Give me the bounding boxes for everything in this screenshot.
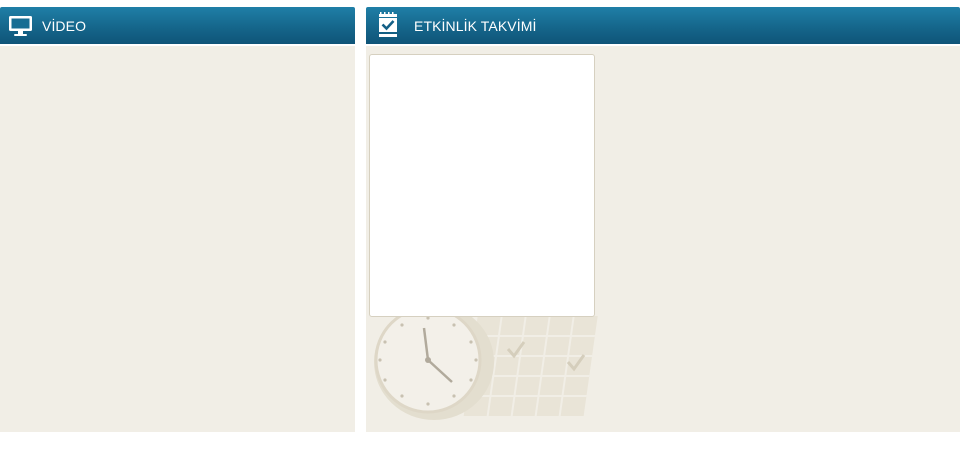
events-panel-body bbox=[366, 46, 960, 432]
events-calendar-panel: ETKİNLİK TAKVİMİ bbox=[366, 7, 960, 432]
calendar-check-icon bbox=[378, 11, 398, 40]
video-panel-body bbox=[0, 46, 355, 432]
monitor-icon bbox=[8, 15, 33, 37]
video-panel: VİDEO bbox=[0, 7, 355, 432]
calendar-widget[interactable] bbox=[369, 54, 595, 317]
events-panel-header: ETKİNLİK TAKVİMİ bbox=[366, 7, 960, 44]
events-panel-title: ETKİNLİK TAKVİMİ bbox=[414, 17, 537, 34]
clock-calendar-watermark bbox=[368, 304, 608, 432]
video-panel-title: VİDEO bbox=[42, 17, 87, 34]
video-panel-header: VİDEO bbox=[0, 7, 355, 44]
